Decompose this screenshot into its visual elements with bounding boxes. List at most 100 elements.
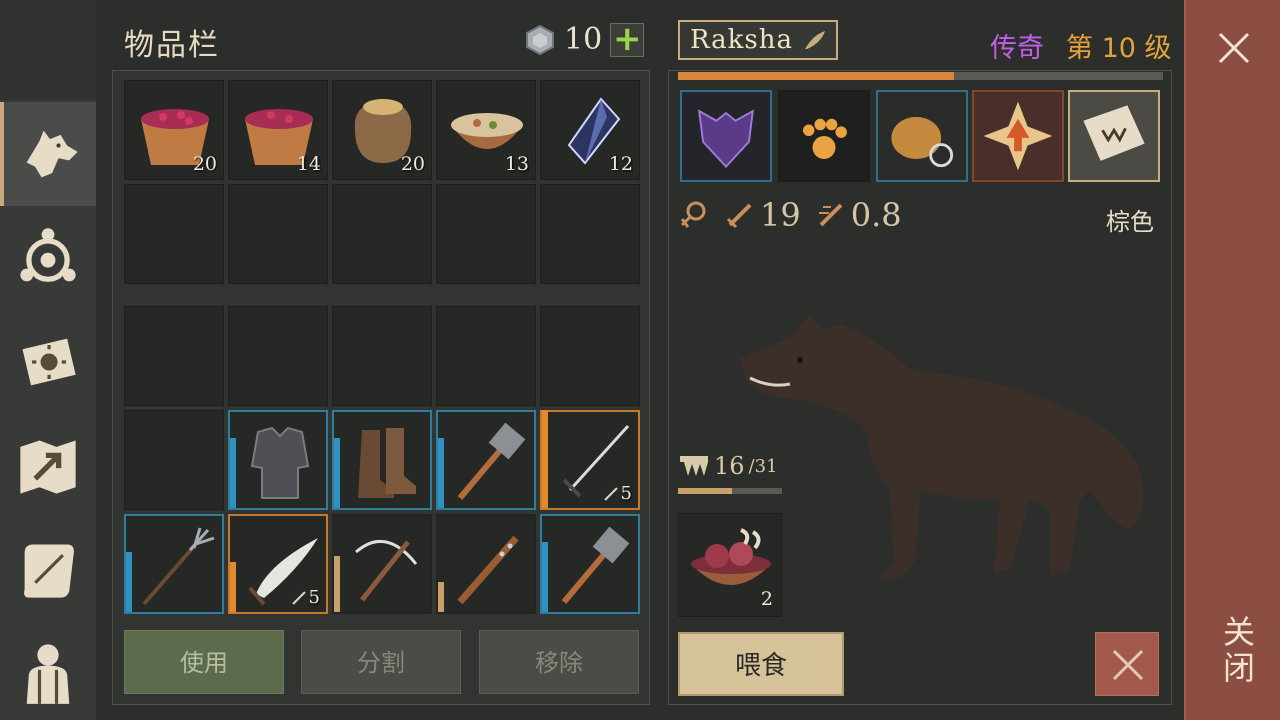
- skill-slot[interactable]: [778, 90, 870, 182]
- attack-icon: [726, 203, 752, 229]
- pet-color: 棕色: [1106, 208, 1154, 236]
- use-button[interactable]: 使用: [124, 630, 284, 694]
- pet-name-field[interactable]: Raksha: [678, 20, 838, 60]
- skill-slot[interactable]: [972, 90, 1064, 182]
- skill-slot[interactable]: [680, 90, 772, 182]
- add-currency-button[interactable]: +: [610, 22, 645, 57]
- tab-map[interactable]: [0, 414, 96, 518]
- spiked-club-icon: [457, 535, 519, 605]
- map-icon: [20, 440, 76, 494]
- food-slot[interactable]: 2: [678, 513, 782, 617]
- tab-pets[interactable]: [0, 102, 96, 206]
- currency-value: 10: [564, 22, 603, 57]
- inventory-slot-empty[interactable]: [124, 306, 224, 406]
- inventory-slot[interactable]: [332, 514, 432, 614]
- hunger-bar: [678, 488, 782, 494]
- hunger-current: 16: [714, 452, 745, 480]
- gender-stat: [678, 199, 710, 231]
- attack-stat: 19: [724, 196, 801, 234]
- tab-crafting[interactable]: [0, 206, 96, 310]
- skill-slot[interactable]: [876, 90, 968, 182]
- inventory-slot[interactable]: [332, 410, 432, 510]
- feed-button[interactable]: 喂食: [678, 632, 844, 696]
- leather-boots-icon: [358, 428, 416, 498]
- sledgehammer-icon: [561, 526, 630, 604]
- inventory-title: 物品栏: [124, 28, 220, 63]
- durability-bar: [438, 438, 444, 508]
- inventory-slot[interactable]: 12: [540, 80, 640, 180]
- pet-name: Raksha: [690, 25, 794, 55]
- inventory-slot[interactable]: [540, 514, 640, 614]
- inventory-slot[interactable]: 5: [540, 410, 640, 510]
- tab-quests[interactable]: [0, 518, 96, 622]
- damage-value: 5: [620, 483, 632, 504]
- durability-bar: [126, 552, 132, 612]
- close-label[interactable]: 关闭: [1214, 615, 1260, 687]
- attack-icon: [291, 590, 306, 605]
- tab-journal[interactable]: [0, 310, 96, 414]
- split-button[interactable]: 分割: [301, 630, 461, 694]
- sidebar-header: [0, 0, 96, 100]
- inventory-slot[interactable]: [436, 410, 536, 510]
- fang-icon: [680, 456, 708, 476]
- sun-arrow-icon: [974, 92, 1062, 180]
- wolf-head-icon: [682, 92, 770, 180]
- inventory-slot[interactable]: 20: [124, 80, 224, 180]
- currency-display: 10 +: [524, 22, 645, 57]
- xp-bar: [678, 72, 1163, 80]
- inventory-slot[interactable]: 14: [228, 80, 328, 180]
- inventory-slot[interactable]: [228, 410, 328, 510]
- durability-bar: [438, 582, 444, 612]
- inventory-slot[interactable]: [124, 514, 224, 614]
- rename-quill-icon[interactable]: [801, 29, 827, 51]
- inventory-slot-empty[interactable]: [124, 184, 224, 284]
- item-count: 20: [192, 153, 217, 175]
- damage-stat: 5: [603, 483, 632, 504]
- close-panel[interactable]: [1184, 0, 1280, 720]
- inventory-slot-empty[interactable]: [540, 184, 640, 284]
- inventory-slot-empty[interactable]: [436, 184, 536, 284]
- character-icon: [26, 644, 70, 704]
- dismiss-button[interactable]: [1095, 632, 1159, 696]
- inventory-slot-empty[interactable]: [436, 306, 536, 406]
- pitchfork-icon: [142, 527, 215, 606]
- inventory-slot[interactable]: [436, 514, 536, 614]
- inventory-slot[interactable]: 13: [436, 80, 536, 180]
- speed-value: 0.8: [850, 196, 902, 234]
- xp-bar-fill: [678, 72, 955, 80]
- inventory-slot-empty[interactable]: [332, 306, 432, 406]
- durability-bar: [230, 438, 236, 508]
- item-count: 13: [504, 153, 529, 175]
- crossbow-icon: [355, 540, 418, 602]
- wolf-model-image: [740, 314, 1144, 578]
- close-icon[interactable]: [1216, 30, 1252, 66]
- sun-book-icon: [22, 338, 76, 386]
- remove-button[interactable]: 移除: [479, 630, 639, 694]
- side-nav: [0, 0, 96, 720]
- inventory-slot-empty[interactable]: [332, 184, 432, 284]
- inventory-slot[interactable]: 5: [228, 514, 328, 614]
- inventory-slot-empty[interactable]: [228, 184, 328, 284]
- tab-character[interactable]: [0, 620, 96, 720]
- female-icon: [680, 201, 706, 228]
- sledgehammer-icon: [457, 422, 526, 500]
- attack-icon: [603, 486, 618, 501]
- pet-stats: 19 0.8: [678, 196, 902, 234]
- damage-stat: 5: [291, 587, 320, 608]
- inventory-slot-empty[interactable]: [124, 410, 224, 510]
- item-count: 14: [296, 153, 321, 175]
- durability-bar: [334, 556, 340, 612]
- close-x-icon: [1112, 649, 1144, 681]
- speed-stat: 0.8: [815, 196, 902, 234]
- durability-bar: [542, 542, 548, 612]
- attack-speed-icon: [818, 203, 843, 227]
- pet-rarity: 传奇: [990, 33, 1044, 64]
- attack-value: 19: [760, 196, 801, 234]
- durability-bar: [542, 410, 548, 508]
- inventory-slot-empty[interactable]: [228, 306, 328, 406]
- inventory-slot[interactable]: 20: [332, 80, 432, 180]
- inventory-slot-empty[interactable]: [540, 306, 640, 406]
- item-count: 12: [608, 153, 633, 175]
- wolf-icon: [26, 130, 78, 178]
- skill-slot[interactable]: [1068, 90, 1160, 182]
